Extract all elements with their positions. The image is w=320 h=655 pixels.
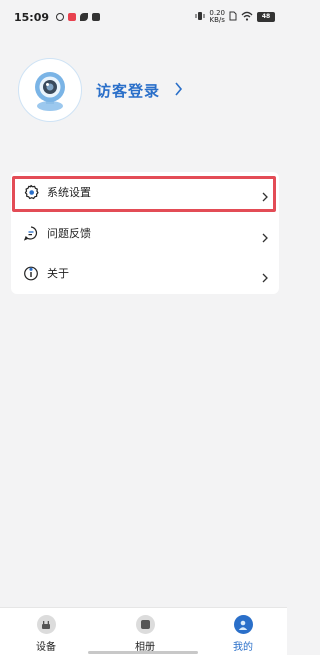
sim-icon	[229, 11, 237, 24]
info-icon	[23, 265, 39, 281]
gear-icon	[23, 184, 39, 200]
nav-label: 设备	[36, 642, 56, 653]
battery-icon: 48	[257, 12, 275, 22]
chevron-right-icon	[261, 268, 269, 283]
nav-label: 我的	[233, 642, 253, 653]
vibrate-icon	[195, 11, 205, 24]
nav-tab-album[interactable]: 相册	[115, 615, 175, 653]
webcam-icon	[35, 72, 65, 111]
app-notification-icon	[68, 13, 77, 21]
nav-tab-mine[interactable]: 我的	[213, 615, 273, 653]
nav-tab-device[interactable]: 设备	[16, 615, 76, 653]
camera-avatar[interactable]	[18, 58, 82, 122]
feedback-icon	[23, 225, 39, 241]
chevron-right-icon	[261, 187, 269, 202]
leaf-notification-icon	[80, 13, 89, 21]
profile-icon	[233, 615, 253, 634]
menu-item-feedback[interactable]: 问题反馈	[11, 213, 279, 253]
menu-item-label: 关于	[47, 267, 69, 280]
search-notification-icon	[56, 13, 65, 21]
status-right: 0.20 KB/s 48	[195, 10, 275, 24]
menu-item-about[interactable]: 关于	[11, 253, 279, 293]
mail-notification-icon	[92, 13, 101, 21]
bottom-nav: 设备 相册 我的	[0, 607, 287, 655]
settings-menu-card: 系统设置 问题反馈 关于	[11, 172, 279, 294]
chevron-right-icon[interactable]	[174, 81, 183, 100]
menu-item-system-settings[interactable]: 系统设置	[11, 172, 279, 212]
menu-item-label: 问题反馈	[47, 227, 91, 240]
wifi-icon	[241, 11, 253, 24]
chevron-right-icon	[261, 228, 269, 243]
status-time: 15:09	[14, 10, 50, 24]
device-icon	[36, 615, 56, 634]
guest-login-label[interactable]: 访客登录	[96, 80, 160, 101]
status-left: 15:09	[14, 10, 101, 24]
home-indicator[interactable]	[88, 651, 198, 654]
network-speed-unit: KB/s	[209, 16, 225, 24]
network-speed: 0.20 KB/s	[209, 10, 225, 24]
album-icon	[135, 615, 155, 634]
menu-item-label: 系统设置	[47, 186, 91, 199]
profile-login-row[interactable]: 访客登录	[18, 57, 183, 123]
status-bar: 15:09 0.20 KB/s 48	[0, 0, 287, 34]
